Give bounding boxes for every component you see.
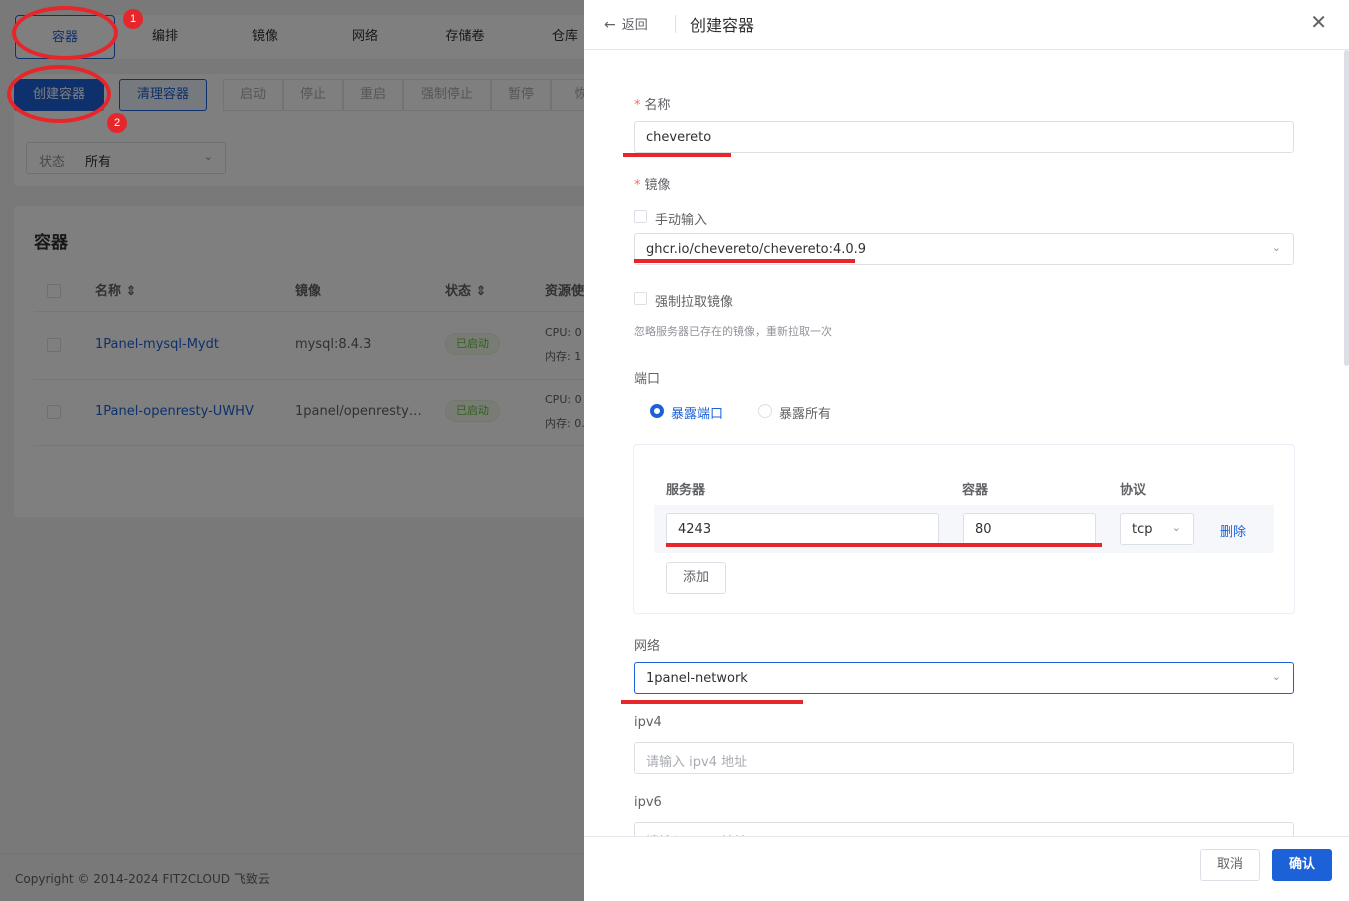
add-port-button[interactable]: 添加 xyxy=(666,562,726,594)
drawer-footer: 取消 确认 xyxy=(584,836,1349,901)
network-select[interactable]: 1panel-network ⌄ xyxy=(634,662,1294,694)
port-label: 端口 xyxy=(634,372,661,387)
drawer-title: 创建容器 xyxy=(690,16,755,35)
container-port-input[interactable]: 80 xyxy=(963,513,1096,545)
annotation-ring-1 xyxy=(12,6,118,60)
port-mapping-box: 服务器 容器 协议 4243 80 tcp ⌄ 删除 添加 xyxy=(633,444,1295,614)
header-divider xyxy=(675,15,676,33)
port-header-server: 服务器 xyxy=(666,483,706,498)
port-header-protocol: 协议 xyxy=(1120,483,1147,498)
expose-all-radio[interactable] xyxy=(758,404,772,418)
expose-all-label[interactable]: 暴露所有 xyxy=(779,403,831,422)
arrow-left-icon: ← xyxy=(604,17,616,33)
chevron-down-icon: ⌄ xyxy=(1271,670,1281,683)
delete-port-button[interactable]: 删除 xyxy=(1220,521,1246,540)
port-header-container: 容器 xyxy=(962,483,989,498)
ipv4-label: ipv4 xyxy=(634,715,662,730)
ipv6-label: ipv6 xyxy=(634,795,662,810)
expose-port-label[interactable]: 暴露端口 xyxy=(671,403,723,422)
drawer-scrollbar[interactable] xyxy=(1344,50,1349,366)
name-label: * 名称 xyxy=(634,98,671,113)
force-pull-hint: 忽略服务器已存在的镜像，重新拉取一次 xyxy=(634,325,832,338)
image-label: * 镜像 xyxy=(634,178,671,193)
annotation-number-2: 2 xyxy=(107,113,127,133)
chevron-down-icon: ⌄ xyxy=(1171,521,1181,534)
create-container-drawer: ← 返回 创建容器 ✕ * 名称 chevereto * 镜像 手动输入 ghcr.i… xyxy=(584,0,1349,901)
force-pull-checkbox[interactable] xyxy=(634,292,647,305)
modal-mask[interactable] xyxy=(0,0,584,901)
server-port-input[interactable]: 4243 xyxy=(666,513,939,545)
close-icon[interactable]: ✕ xyxy=(1310,10,1327,34)
annotation-underline xyxy=(666,543,1102,547)
expose-port-radio[interactable] xyxy=(650,404,664,418)
manual-input-label[interactable]: 手动输入 xyxy=(655,209,707,228)
cancel-button[interactable]: 取消 xyxy=(1200,849,1260,881)
ipv4-input[interactable]: 请输入 ipv4 地址 xyxy=(634,742,1294,774)
annotation-number-1: 1 xyxy=(123,9,143,29)
annotation-underline xyxy=(621,700,803,704)
manual-input-checkbox[interactable] xyxy=(634,210,647,223)
network-label: 网络 xyxy=(634,639,661,654)
annotation-underline xyxy=(634,259,855,263)
force-pull-label[interactable]: 强制拉取镜像 xyxy=(655,291,733,310)
annotation-underline xyxy=(623,153,731,157)
protocol-select[interactable]: tcp ⌄ xyxy=(1120,513,1194,545)
drawer-header: ← 返回 创建容器 ✕ xyxy=(584,0,1349,50)
back-button[interactable]: ← 返回 xyxy=(604,14,648,33)
annotation-ring-2 xyxy=(7,65,111,123)
name-input[interactable]: chevereto xyxy=(634,121,1294,153)
confirm-button[interactable]: 确认 xyxy=(1272,849,1332,881)
chevron-down-icon: ⌄ xyxy=(1271,241,1281,254)
